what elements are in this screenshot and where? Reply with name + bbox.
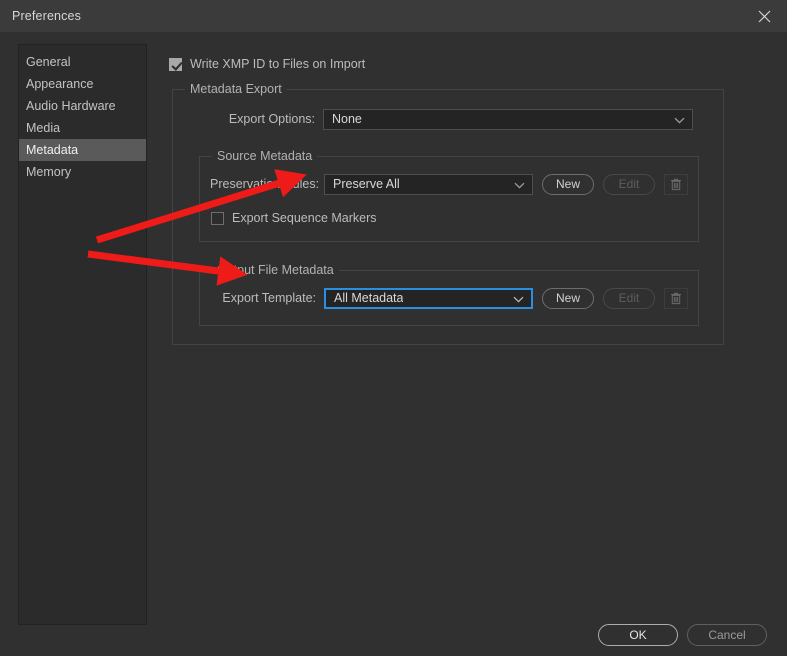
category-sidebar: General Appearance Audio Hardware Media …: [18, 44, 147, 625]
output-file-metadata-title: Output File Metadata: [212, 263, 339, 277]
source-metadata-title: Source Metadata: [212, 149, 318, 163]
write-xmp-id-checkbox[interactable]: [169, 57, 182, 71]
output-edit-button: Edit: [603, 287, 655, 309]
sidebar-item-general[interactable]: General: [19, 51, 146, 73]
output-file-metadata-group: Output File Metadata Export Template: Al…: [199, 263, 699, 326]
export-options-dropdown[interactable]: None: [323, 108, 693, 130]
export-options-value: None: [332, 112, 362, 126]
metadata-settings-panel: Write XMP ID to Files on Import Metadata…: [162, 44, 772, 624]
chevron-down-icon: [513, 296, 524, 303]
close-icon: [758, 10, 771, 23]
preservation-rules-dropdown[interactable]: Preserve All: [324, 173, 533, 195]
ok-button[interactable]: OK: [598, 624, 678, 646]
trash-icon: [670, 178, 682, 191]
chevron-down-icon: [514, 182, 525, 189]
chevron-down-icon: [674, 117, 685, 124]
title-bar: Preferences: [0, 0, 787, 32]
trash-icon: [670, 292, 682, 305]
export-template-row: Export Template: All Metadata New Edit: [210, 287, 688, 309]
source-delete-button: [664, 173, 688, 195]
export-template-label: Export Template:: [222, 291, 316, 305]
sidebar-item-memory[interactable]: Memory: [19, 161, 146, 183]
export-template-value: All Metadata: [334, 291, 404, 305]
preservation-rules-row: Preservation Rules: Preserve All New Edi…: [210, 173, 688, 195]
source-edit-button: Edit: [603, 173, 655, 195]
sidebar-item-appearance[interactable]: Appearance: [19, 73, 146, 95]
preferences-dialog: Preferences General Appearance Audio Har…: [0, 0, 787, 656]
sidebar-item-audio-hardware[interactable]: Audio Hardware: [19, 95, 146, 117]
export-sequence-markers-checkbox[interactable]: [211, 211, 224, 225]
preservation-rules-value: Preserve All: [333, 177, 400, 191]
preservation-rules-label: Preservation Rules:: [210, 177, 320, 191]
dialog-body: General Appearance Audio Hardware Media …: [0, 32, 787, 656]
output-new-button[interactable]: New: [542, 287, 594, 309]
close-button[interactable]: [741, 0, 787, 32]
export-sequence-markers-row[interactable]: Export Sequence Markers: [211, 209, 688, 227]
export-options-row: Export Options: None: [187, 108, 709, 130]
sidebar-item-media[interactable]: Media: [19, 117, 146, 139]
export-sequence-markers-label: Export Sequence Markers: [232, 211, 377, 225]
sidebar-item-metadata[interactable]: Metadata: [19, 139, 146, 161]
dialog-footer: OK Cancel: [0, 624, 787, 656]
export-template-dropdown[interactable]: All Metadata: [324, 287, 533, 309]
write-xmp-id-label: Write XMP ID to Files on Import: [190, 57, 366, 71]
metadata-export-group: Metadata Export Export Options: None Sou…: [172, 82, 724, 345]
cancel-button[interactable]: Cancel: [687, 624, 767, 646]
source-metadata-group: Source Metadata Preservation Rules: Pres…: [199, 149, 699, 242]
metadata-export-title: Metadata Export: [185, 82, 287, 96]
export-options-label: Export Options:: [228, 112, 315, 126]
window-title: Preferences: [12, 9, 82, 23]
source-new-button[interactable]: New: [542, 173, 594, 195]
write-xmp-id-row[interactable]: Write XMP ID to Files on Import: [169, 55, 772, 73]
output-delete-button: [664, 287, 688, 309]
